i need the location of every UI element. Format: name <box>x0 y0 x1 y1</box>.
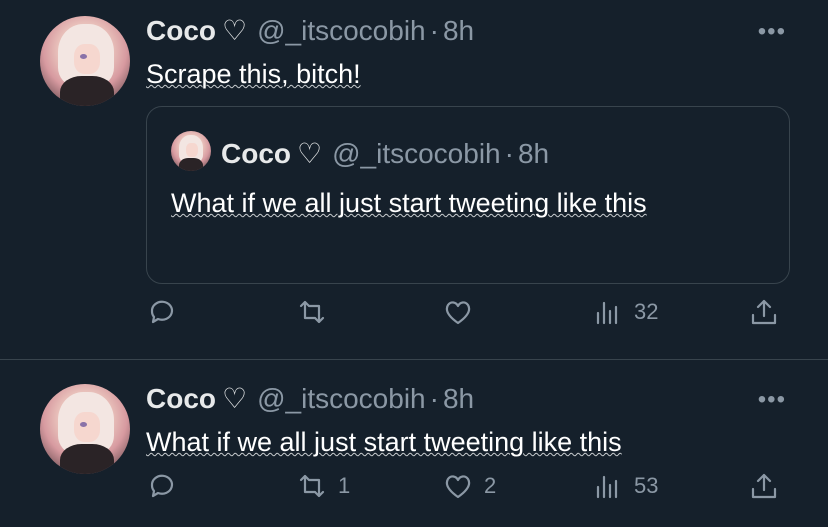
author-heart-emoji: ♡ <box>222 383 248 414</box>
author-handle[interactable]: @_itscocobih <box>257 15 426 47</box>
views-icon <box>596 301 618 325</box>
retweet-count: 1 <box>338 473 351 498</box>
quoted-author-handle: @_itscocobih <box>332 138 501 169</box>
tweet-text: What if we all just start tweeting like … <box>146 427 622 457</box>
avatar[interactable] <box>40 384 130 474</box>
like-button[interactable] <box>442 296 484 328</box>
reply-icon <box>150 300 174 324</box>
separator-dot: · <box>429 383 439 414</box>
tweet-divider <box>0 359 828 360</box>
retweet-button[interactable] <box>296 296 338 328</box>
retweet-icon <box>299 300 325 324</box>
share-icon <box>751 299 777 325</box>
author-name[interactable]: Coco <box>146 15 216 47</box>
quoted-tweet[interactable]: Coco ♡ @_itscocobih · 8h What if we all … <box>146 106 790 284</box>
retweet-icon <box>299 474 325 498</box>
tweet[interactable]: Coco ♡ @_itscocobih · 8h ••• Scrape this… <box>0 0 828 360</box>
author-handle[interactable]: @_itscocobih <box>257 383 426 415</box>
retweet-button[interactable]: 1 <box>296 470 350 502</box>
reply-button[interactable] <box>146 296 188 328</box>
author-line: Coco ♡ @_itscocobih · 8h <box>146 382 474 415</box>
timestamp[interactable]: 8h <box>443 15 474 47</box>
separator-dot: · <box>429 15 439 46</box>
quoted-author-line: Coco ♡ @_itscocobih · 8h <box>221 137 549 170</box>
views-icon <box>596 475 618 499</box>
heart-icon <box>445 475 471 499</box>
reply-icon <box>150 474 174 498</box>
action-bar: 1 2 53 <box>146 470 796 510</box>
views-button[interactable]: 53 <box>592 470 658 502</box>
tweet-text: Scrape this, bitch! <box>146 59 361 89</box>
heart-icon <box>445 301 471 325</box>
views-count: 53 <box>634 473 659 498</box>
quoted-author-heart-emoji: ♡ <box>297 138 323 169</box>
reply-button[interactable] <box>146 470 188 502</box>
quoted-author-name: Coco <box>221 138 291 169</box>
author-line: Coco ♡ @_itscocobih · 8h <box>146 14 474 47</box>
quoted-separator-dot: · <box>504 138 514 169</box>
author-heart-emoji: ♡ <box>222 15 248 46</box>
like-button[interactable]: 2 <box>442 470 496 502</box>
timestamp[interactable]: 8h <box>443 383 474 415</box>
quoted-timestamp: 8h <box>517 138 550 169</box>
quoted-avatar <box>171 131 211 171</box>
views-count: 32 <box>634 299 659 324</box>
share-button[interactable] <box>748 296 780 328</box>
share-icon <box>751 473 777 499</box>
like-count: 2 <box>484 473 497 498</box>
more-options-icon[interactable]: ••• <box>758 18 786 46</box>
views-button[interactable]: 32 <box>592 296 658 328</box>
share-button[interactable] <box>748 470 780 502</box>
more-options-icon[interactable]: ••• <box>758 386 786 414</box>
author-name[interactable]: Coco <box>146 383 216 415</box>
quoted-tweet-text: What if we all just start tweeting like … <box>171 188 647 218</box>
action-bar: 32 <box>146 296 796 336</box>
avatar[interactable] <box>40 16 130 106</box>
tweet[interactable]: Coco ♡ @_itscocobih · 8h ••• What if we … <box>0 362 828 527</box>
